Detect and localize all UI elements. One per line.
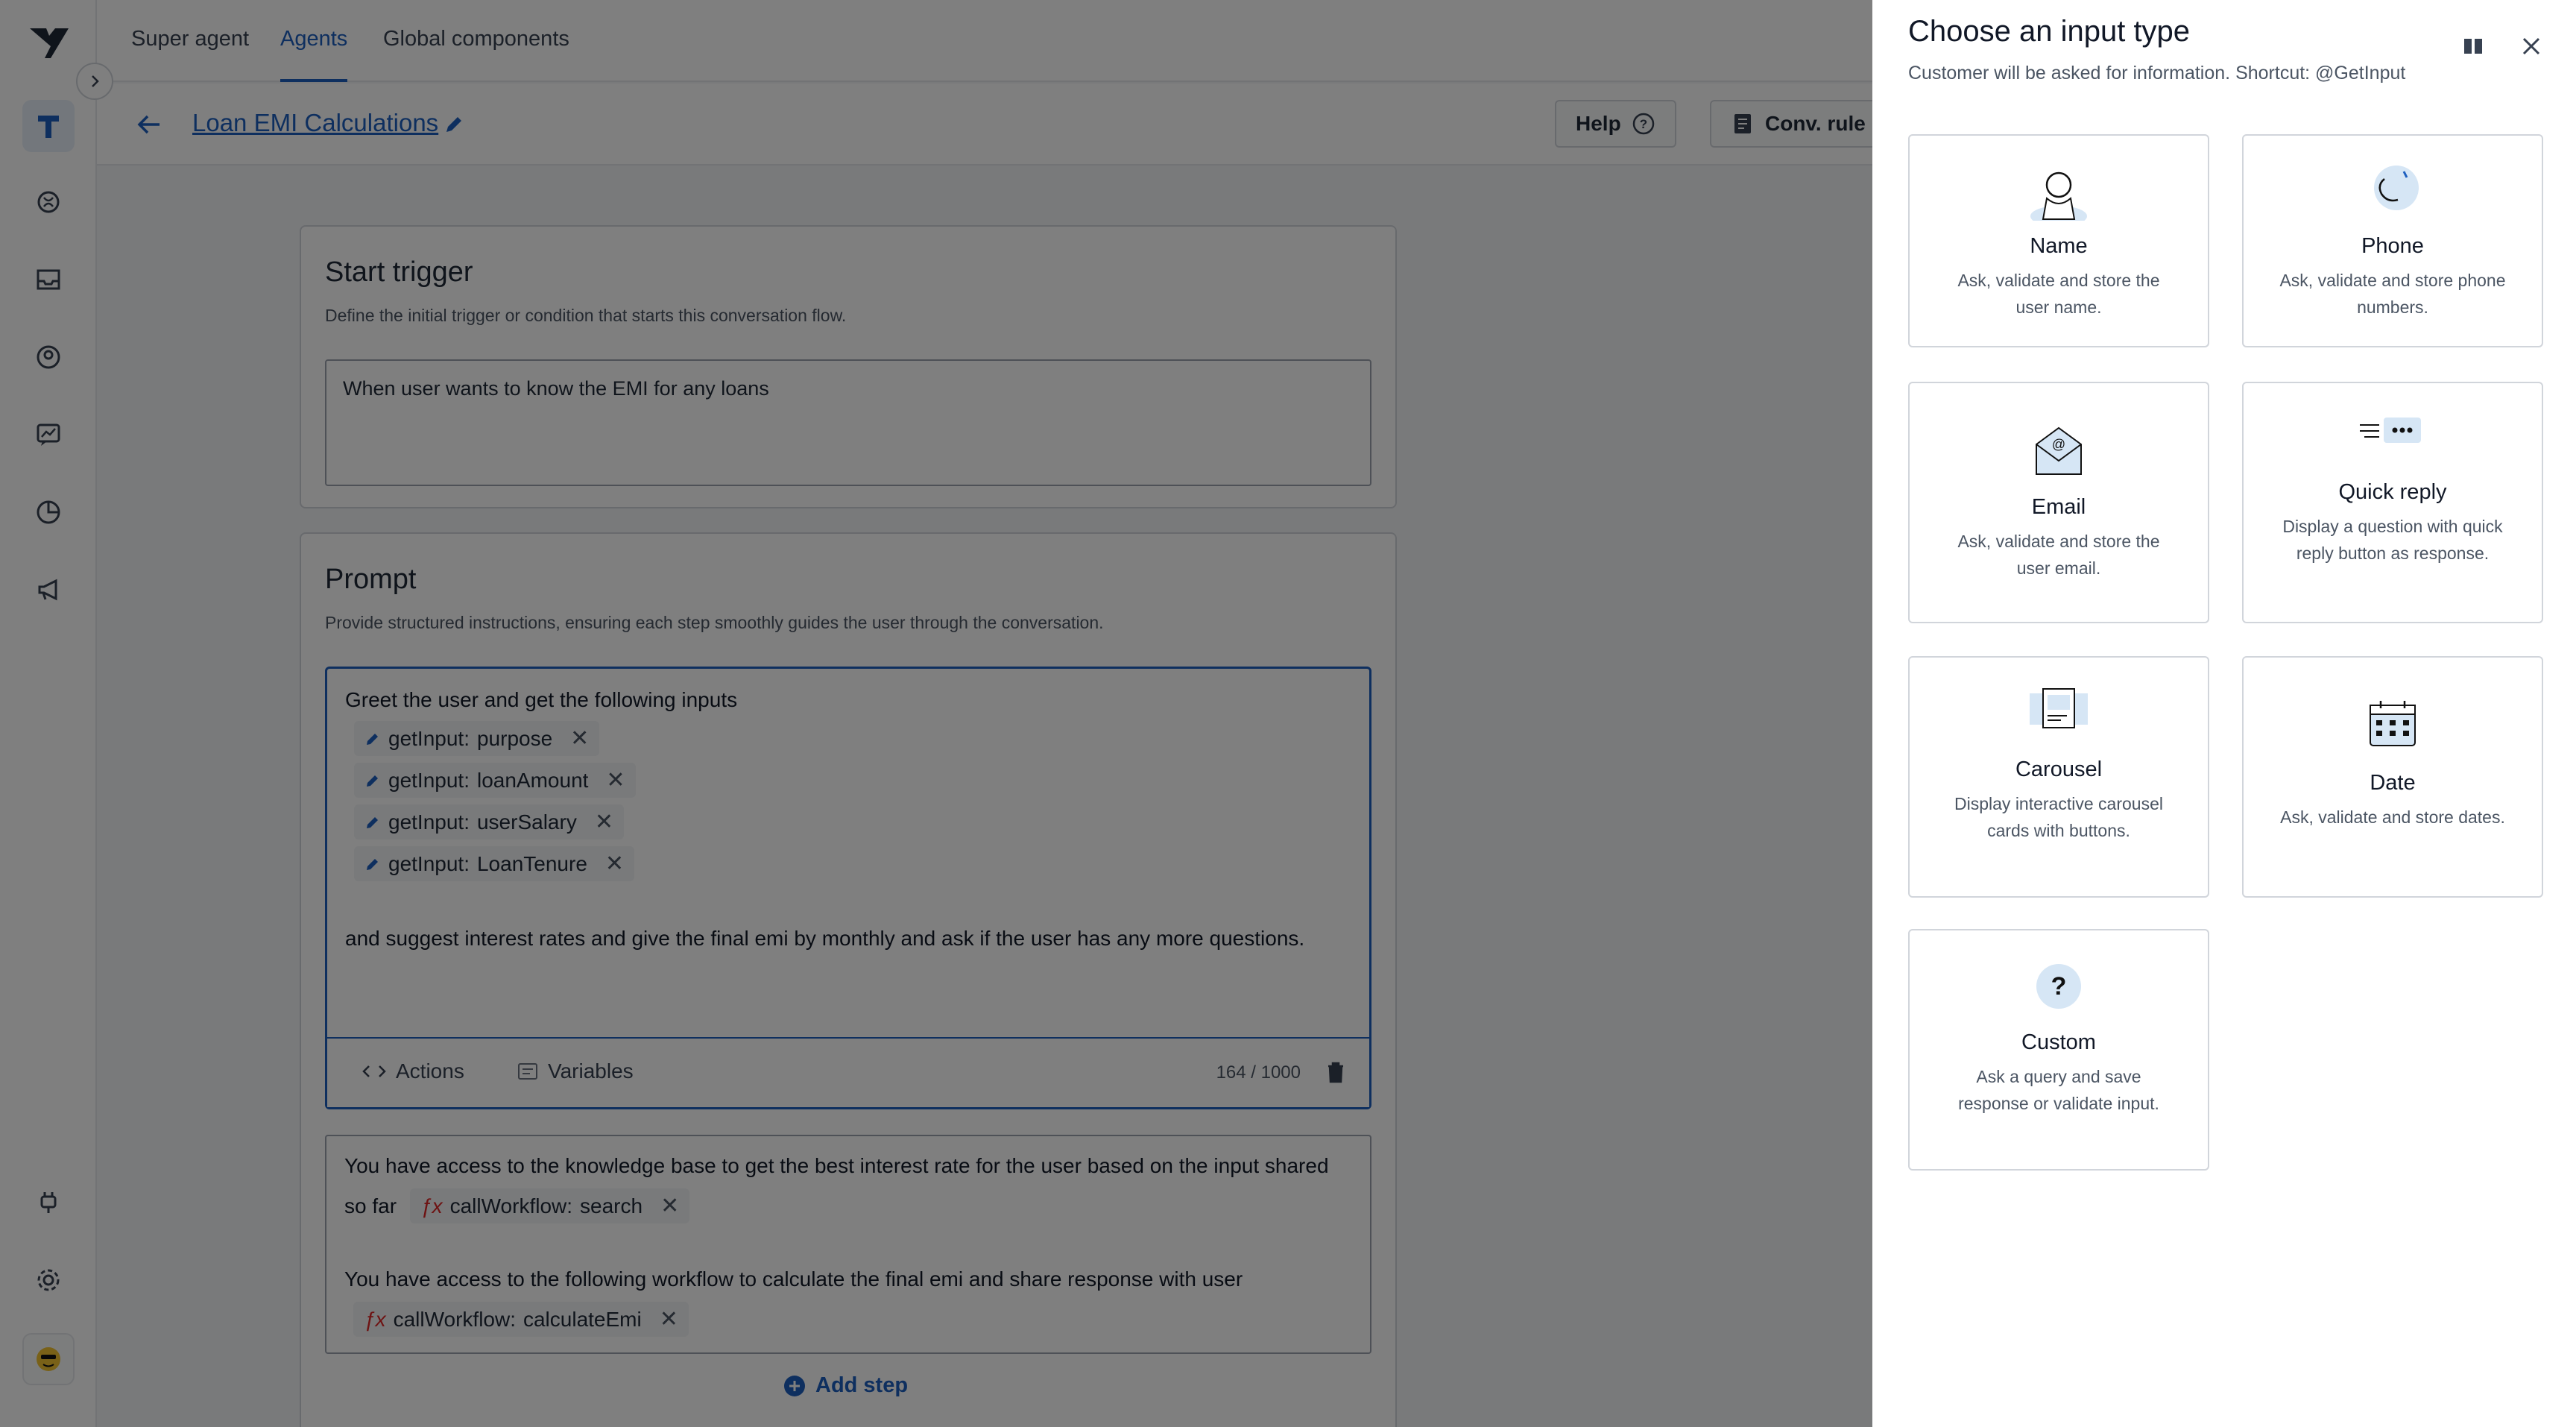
option-description: Ask, validate and store the user name.	[1957, 271, 2160, 317]
option-title: Carousel	[2015, 757, 2103, 781]
option-title: Phone	[2361, 234, 2424, 258]
question-icon: ?	[2036, 964, 2081, 1009]
person-icon	[2030, 171, 2087, 221]
drawer-title: Choose an input type	[1908, 15, 2191, 48]
input-type-drawer: Choose an input type Customer will be as…	[1872, 0, 2576, 1427]
calendar-icon	[2370, 701, 2416, 746]
quick-reply-icon	[2360, 418, 2421, 443]
option-title: Email	[2031, 495, 2086, 519]
close-icon[interactable]	[2518, 33, 2545, 60]
phone-icon	[2374, 166, 2419, 210]
option-name[interactable]: Name Ask, validate and store the user na…	[1908, 134, 2209, 347]
svg-text:@: @	[2052, 437, 2065, 452]
split-view-icon[interactable]	[2460, 33, 2487, 60]
option-quick-reply[interactable]: Quick reply Display a question with quic…	[2242, 382, 2543, 623]
option-title: Quick reply	[2338, 480, 2447, 504]
option-phone[interactable]: Phone Ask, validate and store phone numb…	[2242, 134, 2543, 347]
option-description: Ask a query and save response or validat…	[1958, 1067, 2159, 1113]
app-root: Super agent Agents Global components Loa…	[0, 0, 2576, 1427]
option-description: Ask, validate and store dates.	[2280, 807, 2505, 827]
option-custom[interactable]: ? Custom Ask a query and save response o…	[1908, 929, 2209, 1171]
option-title: Date	[2370, 771, 2416, 795]
email-icon: @	[2036, 426, 2082, 475]
carousel-icon	[2030, 688, 2088, 728]
option-email[interactable]: @ Email Ask, validate and store the user…	[1908, 382, 2209, 623]
option-date[interactable]: Date Ask, validate and store dates.	[2242, 656, 2543, 898]
option-description: Display a question with quick reply butt…	[2282, 517, 2503, 563]
option-description: Ask, validate and store the user email.	[1957, 532, 2160, 578]
option-title: Custom	[2021, 1030, 2096, 1054]
option-description: Ask, validate and store phone numbers.	[2279, 271, 2506, 317]
modal-backdrop[interactable]	[0, 0, 1872, 1427]
option-description: Display interactive carousel cards with …	[1954, 794, 2163, 840]
svg-text:?: ?	[2051, 972, 2067, 1001]
drawer-subtitle: Customer will be asked for information. …	[1908, 63, 2406, 84]
option-title: Name	[2030, 234, 2088, 258]
option-carousel[interactable]: Carousel Display interactive carousel ca…	[1908, 656, 2209, 898]
